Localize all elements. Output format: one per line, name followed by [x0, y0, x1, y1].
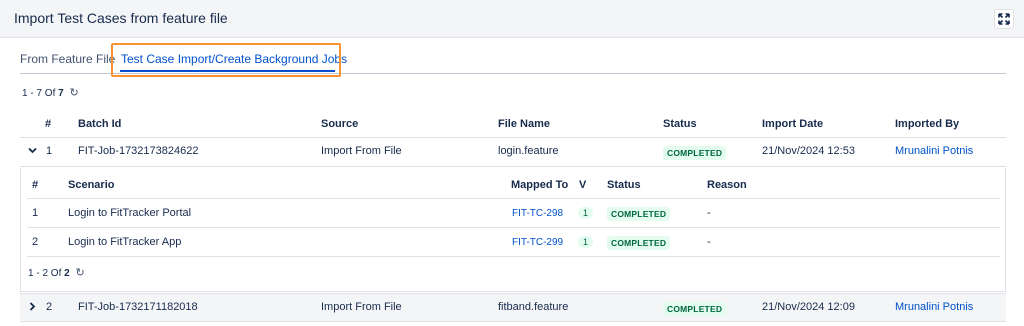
import-date: 21/Nov/2024 12:09 [762, 301, 855, 313]
dialog-header: Import Test Cases from feature file [0, 0, 1024, 38]
mapped-to-link[interactable]: FIT-TC-299 [512, 237, 563, 248]
chevron-down-icon[interactable] [28, 146, 37, 158]
refresh-icon[interactable]: ↻ [75, 266, 84, 279]
status-badge: COMPLETED [663, 302, 727, 316]
scenario-name: Login to FitTracker Portal [68, 207, 192, 219]
col-source: Source [321, 118, 359, 130]
mapped-to-link[interactable]: FIT-TC-298 [512, 208, 563, 219]
expanded-job-details: # Scenario Mapped To V Status Reason 1 L… [20, 168, 1006, 292]
table-row[interactable]: 2 FIT-Job-1732171182018 Import From File… [20, 293, 1006, 322]
refresh-icon[interactable]: ↻ [69, 86, 78, 99]
row-index: 2 [46, 301, 53, 313]
scenario-name: Login to FitTracker App [68, 236, 182, 248]
reason: - [707, 236, 711, 248]
active-tab-indicator [120, 70, 335, 72]
col-version: V [579, 179, 587, 191]
col-status: Status [607, 179, 641, 191]
import-date: 21/Nov/2024 12:53 [762, 145, 855, 157]
file-name: login.feature [498, 145, 559, 157]
col-mapped-to: Mapped To [511, 179, 569, 191]
row-index: 2 [32, 236, 39, 248]
table-row: 2 Login to FitTracker App FIT-TC-299 1 C… [27, 228, 1000, 257]
tab-bar: From Feature File Test Case Import/Creat… [20, 46, 1006, 74]
pager-range: 1 - 7 [22, 88, 43, 99]
pager-range: 1 - 2 [28, 268, 49, 279]
version-badge: 1 [578, 207, 594, 219]
row-index: 1 [32, 207, 39, 219]
col-scenario: Scenario [68, 179, 115, 191]
col-imported-by: Imported By [895, 118, 960, 130]
row-index: 1 [46, 145, 53, 157]
source: Import From File [321, 301, 402, 313]
imported-by-link[interactable]: Mrunalini Potnis [895, 301, 973, 313]
file-name: fitband.feature [498, 301, 569, 313]
table-row[interactable]: 1 FIT-Job-1732173824622 Import From File… [20, 138, 1006, 167]
pager-total: 7 [58, 88, 64, 99]
imported-by-link[interactable]: Mrunalini Potnis [895, 145, 973, 157]
col-index: # [45, 118, 52, 130]
tab-from-feature-file[interactable]: From Feature File [20, 52, 115, 66]
pager-of-label: Of [50, 268, 62, 279]
pager-of-label: Of [44, 88, 56, 99]
source: Import From File [321, 145, 402, 157]
status-badge: COMPLETED [607, 207, 671, 221]
dialog-title: Import Test Cases from feature file [14, 10, 228, 26]
batch-id: FIT-Job-1732173824622 [78, 145, 199, 157]
col-index: # [32, 179, 39, 191]
tab-background-jobs[interactable]: Test Case Import/Create Background Jobs [121, 52, 347, 66]
batch-id: FIT-Job-1732171182018 [78, 301, 198, 313]
col-batch-id: Batch Id [78, 118, 122, 130]
version-badge: 1 [578, 236, 594, 248]
jobs-table-header: # Batch Id Source File Name Status Impor… [20, 111, 1006, 138]
table-row: 1 Login to FitTracker Portal FIT-TC-298 … [27, 199, 1000, 228]
pager-inner: 1 - 2 Of 2 ↻ [28, 266, 85, 279]
expand-arrows-icon[interactable] [994, 9, 1014, 29]
import-dialog: Import Test Cases from feature file From… [0, 0, 1024, 326]
status-badge: COMPLETED [607, 236, 671, 250]
scenario-table-header: # Scenario Mapped To V Status Reason [27, 171, 1000, 199]
pager-total: 2 [64, 268, 70, 279]
col-reason: Reason [707, 179, 747, 191]
col-import-date: Import Date [762, 118, 824, 130]
chevron-right-icon[interactable] [28, 302, 37, 314]
status-badge: COMPLETED [663, 146, 727, 160]
reason: - [707, 207, 711, 219]
pager-top: 1 - 7 Of 7 ↻ [22, 86, 79, 99]
col-status: Status [663, 118, 697, 130]
col-file-name: File Name [498, 118, 550, 130]
